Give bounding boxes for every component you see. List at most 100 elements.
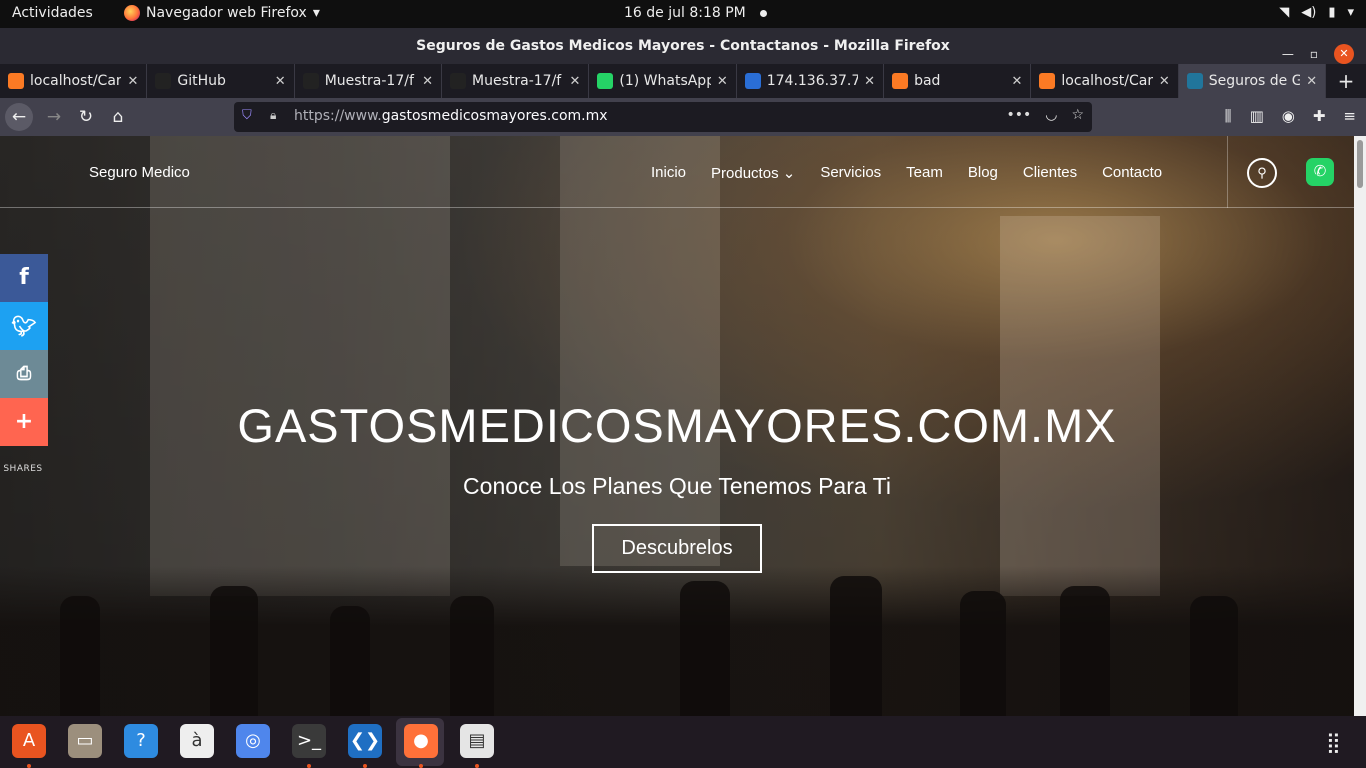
navigation-toolbar: ← → ↻ ⌂ ⛉ 🔒︎ https://www.gastosmedicosma…: [0, 98, 1366, 136]
whatsapp-icon[interactable]: ✆: [1306, 158, 1334, 186]
tab-label: localhost/Car: [30, 73, 122, 89]
close-tab-icon[interactable]: ✕: [864, 74, 875, 89]
screenshot-icon[interactable]: ▤: [460, 724, 494, 768]
browser-tab[interactable]: bad ✕: [884, 64, 1032, 98]
running-indicator: [307, 764, 311, 768]
crowd-silhouette: [0, 566, 1354, 716]
header-divider: [1227, 136, 1228, 208]
notification-dot: [759, 9, 767, 17]
facebook-share-icon[interactable]: f: [0, 254, 48, 302]
terminal-icon[interactable]: >_: [292, 724, 326, 768]
xampp-icon: [1039, 73, 1056, 89]
url-bar[interactable]: ⛉ 🔒︎ https://www.gastosmedicosmayores.co…: [234, 102, 1092, 132]
show-applications-icon[interactable]: ⣿: [1326, 730, 1341, 754]
menu-item-contacto[interactable]: Contacto: [1102, 164, 1162, 182]
new-tab-button[interactable]: +: [1326, 64, 1366, 98]
chromium-icon[interactable]: ◎: [236, 724, 270, 758]
menu-item-servicios[interactable]: Servicios: [820, 164, 881, 182]
home-button[interactable]: ⌂: [104, 103, 132, 131]
running-indicator: [363, 764, 367, 768]
menu-item-inicio[interactable]: Inicio: [651, 164, 686, 182]
url-host: gastosmedicosmayores.com.mx: [381, 108, 608, 124]
running-indicator: [27, 764, 31, 768]
menu-icon[interactable]: ≡: [1343, 107, 1356, 125]
print-share-icon[interactable]: ⎙: [0, 350, 48, 398]
tracking-protection-icon[interactable]: ⛉: [242, 108, 252, 123]
tab-label: GitHub: [177, 73, 226, 89]
github-icon: [155, 73, 172, 89]
text-editor-icon[interactable]: à: [180, 724, 214, 758]
tab-label: localhost/Car: [1061, 73, 1153, 89]
hero-subtitle: Conoce Los Planes Que Tenemos Para Ti: [463, 473, 891, 499]
clock[interactable]: 16 de jul 8:18 PM: [624, 5, 767, 21]
close-tab-icon[interactable]: ✕: [422, 74, 433, 89]
whatsapp-icon: [597, 73, 614, 89]
wordpress-icon: [1186, 73, 1203, 89]
bookmark-star-icon[interactable]: ☆: [1071, 107, 1084, 123]
pocket-icon[interactable]: ◡: [1045, 107, 1057, 123]
library-icon[interactable]: ⫼: [1225, 107, 1232, 125]
browser-tab[interactable]: GitHub ✕: [147, 64, 295, 98]
window-title: Seguros de Gastos Medicos Mayores - Cont…: [416, 38, 950, 54]
back-button[interactable]: ←: [5, 103, 33, 131]
close-tab-icon[interactable]: ✕: [1306, 74, 1317, 89]
hero-content: GASTOSMEDICOSMAYORES.COM.MX Conoce Los P…: [0, 398, 1354, 573]
reload-button[interactable]: ↻: [72, 103, 100, 131]
menu-item-productos[interactable]: Productos ⌄: [711, 164, 795, 182]
browser-tab[interactable]: localhost/Car ✕: [0, 64, 148, 98]
running-indicator: [419, 764, 423, 768]
lock-icon[interactable]: 🔒︎: [270, 108, 276, 123]
browser-tab[interactable]: Muestra-17/f ✕: [442, 64, 590, 98]
menu-item-team[interactable]: Team: [906, 164, 943, 182]
ubuntu-software-icon[interactable]: A: [12, 724, 46, 768]
xampp-icon: [892, 73, 909, 89]
tab-label: (1) WhatsApp: [619, 73, 711, 89]
firefox-icon[interactable]: ●: [404, 724, 438, 768]
menu-item-blog[interactable]: Blog: [968, 164, 998, 182]
url-text[interactable]: https://www.gastosmedicosmayores.com.mx: [294, 108, 608, 124]
browser-tab[interactable]: Seguros de G ✕: [1178, 64, 1327, 98]
account-icon[interactable]: ◉: [1282, 107, 1295, 125]
dock: ⣿ A ▭? à ◎ >_ ❮❯ ● ▤: [0, 716, 1366, 768]
battery-icon: ▮: [1328, 5, 1336, 20]
close-tab-icon[interactable]: ✕: [569, 74, 580, 89]
scrollbar-thumb[interactable]: [1357, 140, 1363, 188]
app-menu[interactable]: Navegador web Firefox ▾: [124, 5, 320, 21]
tab-label: Muestra-17/f: [324, 73, 414, 89]
close-tab-icon[interactable]: ✕: [1012, 74, 1023, 89]
system-tray[interactable]: ◥ ◀) ▮ ▾: [1279, 5, 1354, 20]
site-search-icon[interactable]: ⚲: [1247, 158, 1277, 188]
close-window-button[interactable]: ✕: [1334, 44, 1354, 64]
running-indicator: [475, 764, 479, 768]
system-top-bar: Actividades Navegador web Firefox ▾ 16 d…: [0, 0, 1366, 28]
volume-icon: ◀): [1301, 5, 1317, 20]
close-tab-icon[interactable]: ✕: [127, 74, 138, 89]
extensions-icon[interactable]: ✚: [1313, 107, 1326, 125]
close-tab-icon[interactable]: ✕: [275, 74, 286, 89]
files-icon[interactable]: ▭: [68, 724, 102, 758]
page-scrollbar[interactable]: [1354, 136, 1366, 716]
close-tab-icon[interactable]: ✕: [1159, 74, 1170, 89]
close-tab-icon[interactable]: ✕: [717, 74, 728, 89]
tab-label: 174.136.37.7: [766, 73, 859, 89]
site-brand-link[interactable]: Seguro Medico: [89, 164, 190, 181]
forward-button[interactable]: →: [40, 103, 68, 131]
browser-tab[interactable]: Muestra-17/f ✕: [295, 64, 443, 98]
wifi-icon: ◥: [1279, 5, 1290, 20]
page-actions-icon[interactable]: •••: [1006, 107, 1031, 123]
site-menu: Inicio Productos ⌄ Servicios Team Blog C…: [651, 164, 1187, 182]
tab-label: Muestra-17/f: [472, 73, 562, 89]
twitter-share-icon[interactable]: 🐦︎: [0, 302, 48, 350]
tab-label: bad: [914, 73, 941, 89]
browser-tab[interactable]: localhost/Car ✕: [1031, 64, 1179, 98]
sidebar-icon[interactable]: ▥: [1250, 107, 1264, 125]
url-scheme: https://www.: [294, 108, 382, 124]
browser-tab[interactable]: (1) WhatsApp ✕: [589, 64, 737, 98]
browser-tab[interactable]: 174.136.37.7 ✕: [737, 64, 885, 98]
help-icon[interactable]: ?: [124, 724, 158, 758]
vscode-icon[interactable]: ❮❯: [348, 724, 382, 768]
activities-button[interactable]: Actividades: [12, 5, 93, 21]
site-header: Seguro Medico Inicio Productos ⌄ Servici…: [0, 136, 1354, 208]
discover-button[interactable]: Descubrelos: [592, 524, 762, 573]
menu-item-clientes[interactable]: Clientes: [1023, 164, 1077, 182]
